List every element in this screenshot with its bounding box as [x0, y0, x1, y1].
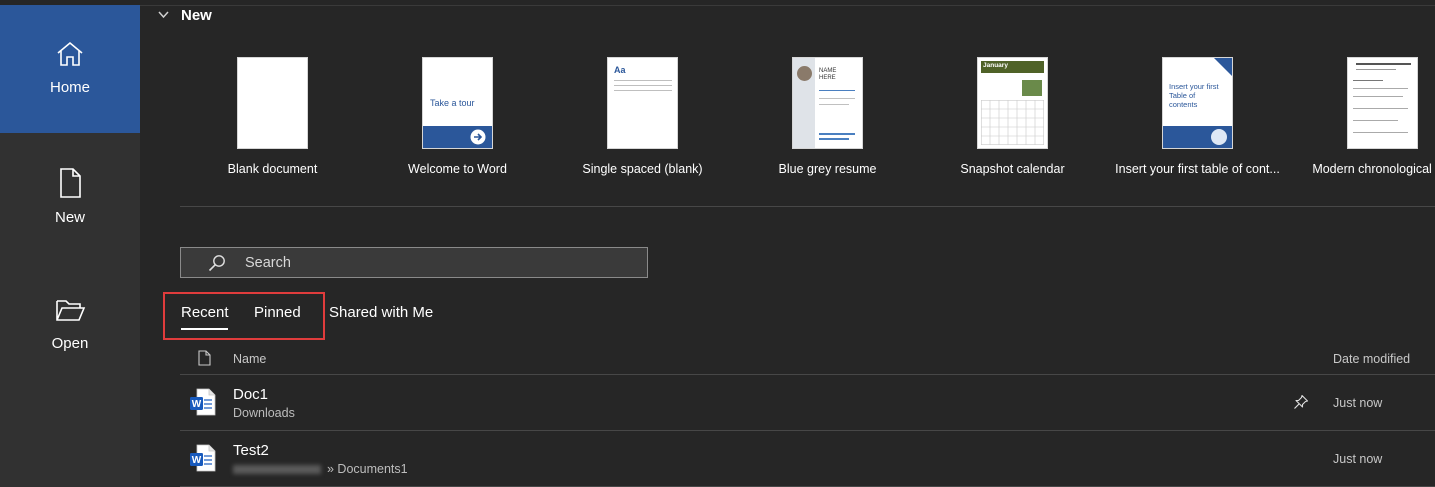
- nav-home[interactable]: Home: [0, 5, 140, 133]
- template-label: Single spaced (blank): [582, 162, 703, 176]
- template-table-of-contents[interactable]: Insert your first Table of contents Inse…: [1105, 57, 1290, 176]
- template-label: Snapshot calendar: [960, 162, 1065, 176]
- thumb-line: [819, 138, 849, 140]
- column-header-date-modified[interactable]: Date modified: [1333, 352, 1410, 366]
- thumb-line: [614, 85, 672, 86]
- file-name: Test2: [233, 442, 269, 459]
- template-label: Blue grey resume: [778, 162, 877, 176]
- new-section-header[interactable]: New: [158, 7, 212, 24]
- thumb-line: [1353, 132, 1408, 133]
- folder-open-icon: [56, 300, 86, 321]
- file-list-header: Name Date modified: [180, 345, 1435, 375]
- new-document-icon: [60, 168, 81, 198]
- template-label: Welcome to Word: [408, 162, 507, 176]
- thumb-take-a-tour-text: Take a tour: [430, 98, 475, 108]
- section-divider: [180, 206, 1435, 207]
- chevron-down-icon[interactable]: [158, 8, 169, 22]
- pin-icon[interactable]: [1293, 394, 1309, 410]
- template-thumbnail: Insert your first Table of contents: [1162, 57, 1233, 149]
- nav-new-label: New: [54, 209, 85, 226]
- template-blank-document[interactable]: Blank document: [180, 57, 365, 176]
- file-row[interactable]: W Test2 » Documents1 Just now: [180, 431, 1435, 487]
- thumb-line: [1353, 108, 1408, 109]
- file-type-icon[interactable]: [198, 350, 211, 366]
- template-blue-grey-resume[interactable]: NAME HERE Blue grey resume: [735, 57, 920, 176]
- thumb-line: [614, 90, 672, 91]
- thumb-toc-text: Insert your first Table of contents: [1169, 82, 1219, 109]
- nav-open-label: Open: [51, 335, 89, 352]
- thumb-calendar-grid: [981, 100, 1044, 145]
- template-snapshot-calendar[interactable]: January Snapshot calendar: [920, 57, 1105, 176]
- thumb-line: [819, 104, 849, 105]
- thumb-line: [819, 98, 855, 99]
- nav-home-label: Home: [49, 79, 90, 96]
- thumb-line: [1356, 63, 1411, 65]
- thumb-month-text: January: [983, 62, 1008, 69]
- word-document-icon: W: [190, 388, 216, 416]
- file-date-modified: Just now: [1333, 396, 1383, 410]
- file-row[interactable]: W Doc1 Downloads Just now: [180, 375, 1435, 431]
- tab-recent[interactable]: Recent: [181, 304, 229, 321]
- thumb-name-text: NAME HERE: [819, 68, 837, 81]
- svg-text:W: W: [192, 399, 202, 410]
- active-tab-indicator: [181, 328, 228, 330]
- left-navigation: Home New Open: [0, 0, 140, 487]
- tab-pinned[interactable]: Pinned: [254, 304, 301, 321]
- template-thumbnail: NAME HERE: [792, 57, 863, 149]
- file-name: Doc1: [233, 386, 269, 403]
- file-date-modified: Just now: [1333, 452, 1383, 466]
- new-section-title: New: [181, 7, 212, 24]
- nav-new[interactable]: New: [0, 133, 140, 261]
- thumb-line: [1356, 69, 1396, 70]
- template-single-spaced[interactable]: Aa Single spaced (blank): [550, 57, 735, 176]
- thumb-circle: [1211, 129, 1227, 145]
- search-icon: [208, 254, 225, 271]
- thumb-line: [1353, 120, 1398, 121]
- template-thumbnail: [1347, 57, 1418, 149]
- thumb-line: [1353, 80, 1383, 81]
- word-document-icon: W: [190, 444, 216, 472]
- nav-open[interactable]: Open: [0, 261, 140, 389]
- thumb-photo: [1022, 80, 1042, 96]
- thumb-line: [819, 133, 855, 135]
- thumb-line: [1353, 88, 1408, 89]
- column-header-name[interactable]: Name: [233, 352, 266, 366]
- thumb-corner-ribbon: [1214, 58, 1232, 76]
- arrow-right-icon: [470, 129, 486, 145]
- template-thumbnail: January: [977, 57, 1048, 149]
- redacted-path-segment: [233, 465, 321, 475]
- thumb-line: [819, 90, 855, 91]
- file-path: » Documents1: [327, 462, 408, 476]
- thumb-aa-text: Aa: [614, 65, 626, 75]
- file-path-container: » Documents1: [233, 462, 408, 476]
- template-thumbnail: Aa: [607, 57, 678, 149]
- tab-shared-with-me[interactable]: Shared with Me: [329, 304, 433, 321]
- template-welcome-to-word[interactable]: Take a tour Welcome to Word: [365, 57, 550, 176]
- svg-text:W: W: [192, 455, 202, 466]
- home-icon: [57, 41, 83, 66]
- template-label: Blank document: [227, 162, 318, 176]
- template-label: Insert your first table of cont...: [1115, 162, 1280, 176]
- template-thumbnail: [237, 57, 308, 149]
- template-label: Modern chronological res: [1312, 162, 1435, 176]
- file-path: Downloads: [233, 406, 295, 420]
- thumb-line: [614, 80, 672, 81]
- template-modern-chronological-resume[interactable]: Modern chronological res: [1290, 57, 1435, 176]
- templates-gallery: Blank document Take a tour Welcome to Wo…: [180, 57, 1435, 187]
- thumb-photo: [797, 66, 812, 81]
- search-box[interactable]: Search: [180, 247, 648, 278]
- thumb-line: [1353, 96, 1403, 97]
- main-content: New Blank document Take a tour Welcome t…: [140, 0, 1435, 487]
- top-border: [140, 5, 1435, 6]
- template-thumbnail: Take a tour: [422, 57, 493, 149]
- search-placeholder: Search: [245, 254, 291, 271]
